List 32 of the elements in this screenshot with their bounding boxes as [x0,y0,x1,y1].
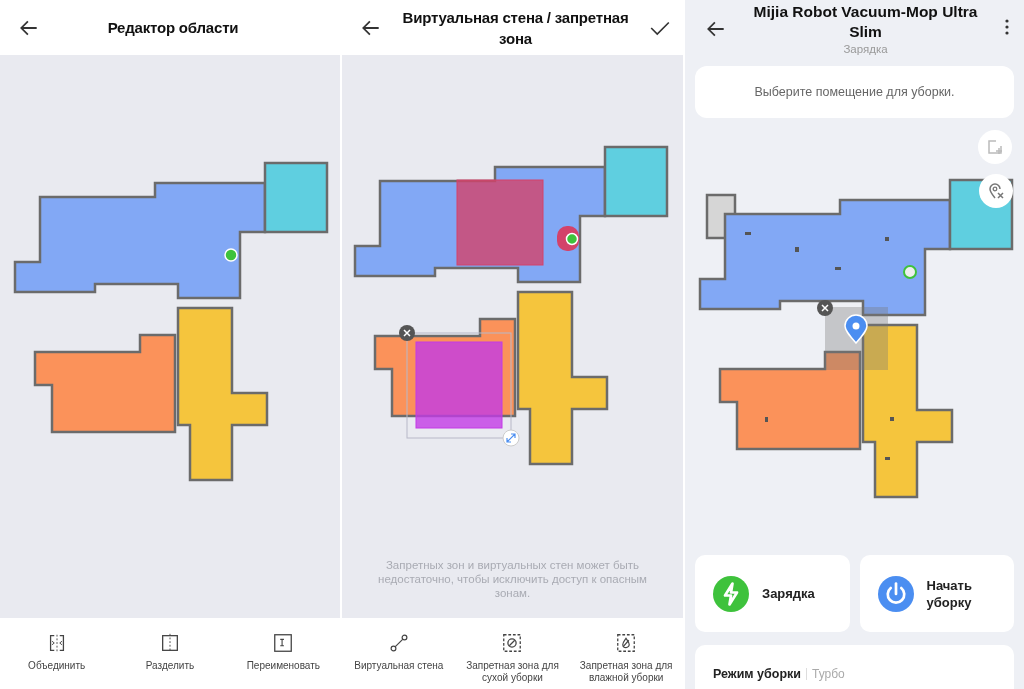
start-button[interactable]: Начать уборку [859,555,1014,632]
robot-icon [903,265,917,279]
delete-icon[interactable] [817,300,833,316]
wall-tool-icon [387,632,410,654]
mode-card[interactable]: Режим уборки Турбо [695,645,1014,689]
device-status: Зарядка [843,42,888,56]
screen-title: Редактор области [106,18,240,38]
rename-tool-icon [272,632,295,654]
mode-label: Режим уборки [713,667,801,681]
robot-icon [224,248,238,262]
resize-icon[interactable] [502,429,520,447]
tool-button[interactable]: Переименовать [246,632,320,672]
location-off-icon [987,182,1005,200]
add-area-icon [986,138,1004,156]
screen-title: Виртуальная стена / запретная зона [401,7,630,49]
tool-button[interactable]: Виртуальная стена [354,632,444,672]
more-icon[interactable] [1004,18,1010,36]
tool-button[interactable]: Разделить [145,632,195,672]
room-prompt: Выберите помещение для уборки. [695,66,1014,118]
warning-text: Запретных зон и виртуальных стен может быть недостаточно, чтобы исключить доступ к опасным зонам. [377,558,648,601]
delete-icon[interactable] [399,325,415,341]
split-tool-icon [159,632,181,654]
dry-tool-icon [501,632,524,654]
mode-value: Турбо [811,667,845,681]
tool-button[interactable]: Объединить [28,632,86,672]
tool-button[interactable]: Запретная зона для влажной уборки [572,632,681,684]
charge-button[interactable]: Зарядка [695,555,850,632]
wet-tool-icon [615,632,638,654]
location-off-button[interactable] [979,174,1013,208]
device-title: Mijia Robot Vacuum-Mop Ultra Slim [752,2,979,42]
location-pin-icon [844,314,868,344]
tool-button[interactable]: Запретная зона для сухой уборки [458,632,567,684]
